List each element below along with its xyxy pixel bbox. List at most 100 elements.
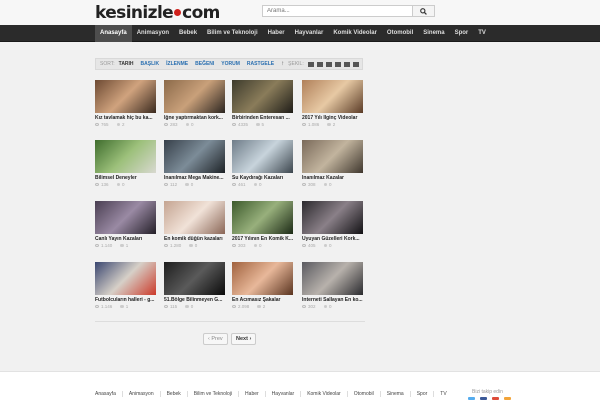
video-title[interactable]: Kız tavlamak hiç bu ka... [95,115,156,121]
video-thumbnail[interactable] [302,201,363,234]
video-thumbnail[interactable] [164,262,225,295]
comments-icon [120,243,124,248]
view-count: 112 [170,182,178,187]
views-icon [232,305,236,308]
video-title[interactable]: İnanılmaz Kazalar [302,175,363,181]
video-thumbnail[interactable] [95,262,156,295]
video-thumbnail[interactable] [302,262,363,295]
sort-comments[interactable]: YORUM [221,61,240,67]
content-divider [95,321,365,322]
video-title[interactable]: 51.Bölge Bilinmeyen G... [164,297,225,303]
views-icon [164,123,168,126]
comments-icon [323,304,328,309]
view-list-detail-icon[interactable] [334,61,341,67]
video-thumbnail[interactable] [95,80,156,113]
footer-nav-item[interactable]: Animasyon [121,391,160,397]
view-label: ŞEKIL: [288,61,304,67]
comment-count: 0 [190,182,194,187]
video-thumbnail[interactable] [302,80,363,113]
comments-icon [323,243,328,248]
comment-count: 0 [122,182,125,187]
views-icon [232,244,236,247]
video-thumbnail[interactable] [164,80,225,113]
video-meta: 302 0 [302,304,363,309]
footer-nav-item[interactable]: Bebek [159,391,187,397]
comment-count: 1 [125,243,129,248]
sort-date[interactable]: TARIH [119,61,134,67]
view-grid-icon[interactable] [307,61,314,67]
video-title[interactable]: En Acımasız Şakalar [232,297,293,303]
footer-nav: Anasayfa Animasyon Bebek Bilim ve Teknoloji… [95,391,453,397]
video-thumbnail[interactable] [232,201,293,234]
video-title[interactable]: İnterneti Sallayan En ko... [302,297,363,303]
footer-nav-item[interactable]: Bilim ve Teknoloji [186,391,238,397]
video-title[interactable]: En komik düğün kazaları [164,236,225,242]
views-icon [302,183,306,186]
video-item: Birbirinden Enteresan ... 4335 5 [232,80,293,130]
footer-nav-item[interactable]: Sinema [379,391,410,397]
sort-random[interactable]: RASTGELE [247,61,274,67]
nav-item[interactable]: Haber [263,25,290,42]
video-title[interactable]: Canlı Yayın Kazaları [95,236,156,242]
video-thumbnail[interactable] [95,201,156,234]
video-title[interactable]: İğne yaptırmaktan kork... [164,115,225,121]
footer-nav-item[interactable]: Otomobil [346,391,380,397]
comment-count: 2 [122,122,125,127]
video-title[interactable]: 2017 Yılı İlginç Videolar [302,115,363,121]
video-title[interactable]: Birbirinden Enteresan ... [232,115,293,121]
views-icon [164,244,168,247]
nav-item[interactable]: Animasyon [132,25,174,42]
footer-nav-item[interactable]: Spor [409,391,434,397]
nav-item[interactable]: TV [473,25,491,42]
view-count: 1.140 [101,243,113,248]
video-title[interactable]: Su Kaydırağı Kazaları [232,175,293,181]
footer-nav-item[interactable]: Komik Videolar [300,391,347,397]
video-thumbnail[interactable] [164,140,225,173]
view-grid-small-icon[interactable] [316,61,323,67]
video-thumbnail[interactable] [95,140,156,173]
nav-item[interactable]: Bebek [174,25,202,42]
main-nav-list: Anasayfa Animasyon Bebek Bilim ve Teknoloji… [95,25,491,42]
nav-item[interactable]: Hayvanlar [290,25,329,42]
video-title[interactable]: 2017 Yılının En Komik K... [232,236,293,242]
site-logo[interactable]: kesinizle com [95,3,220,23]
footer-nav-item[interactable]: Anasayfa [95,391,122,397]
footer-nav-item[interactable]: Haber [238,391,265,397]
video-meta: 136 0 [95,182,156,187]
video-thumbnail[interactable] [164,201,225,234]
comments-icon [253,243,258,248]
views-icon [95,123,99,126]
sort-views[interactable]: İZLENME [166,61,188,67]
video-title[interactable]: Uyuyan Güzelleri Kork... [302,236,363,242]
video-title[interactable]: Futbolcuların halleri - g... [95,297,156,303]
nav-item[interactable]: Anasayfa [95,25,132,42]
footer-nav-item[interactable]: TV [433,391,452,397]
video-thumbnail[interactable] [302,140,363,173]
search-icon [420,7,427,15]
video-thumbnail[interactable] [232,140,293,173]
nav-item[interactable]: Bilim ve Teknoloji [202,25,263,42]
nav-item[interactable]: Sinema [418,25,449,42]
video-title[interactable]: Bilimsel Deneyler [95,175,156,181]
video-thumbnail[interactable] [232,262,293,295]
nav-item[interactable]: Spor [450,25,474,42]
next-page-button[interactable]: Next › [231,333,257,345]
footer-nav-item[interactable]: Hayvanlar [264,391,301,397]
comment-count: 0 [194,243,198,248]
nav-item[interactable]: Komik Videolar [328,25,382,42]
nav-item[interactable]: Otomobil [382,25,418,42]
view-list-icon[interactable] [325,61,332,67]
sort-likes[interactable]: BEĞENI [195,61,214,67]
views-icon [95,305,99,308]
sort-direction-icon[interactable]: ↑ [281,61,284,67]
video-thumbnail[interactable] [232,80,293,113]
sort-title[interactable]: BAŞLIK [141,61,160,67]
search-button[interactable] [413,5,435,17]
search-input[interactable] [262,5,413,17]
view-wide-icon[interactable] [352,61,359,67]
view-column-icon[interactable] [343,61,350,67]
video-item: Futbolcuların halleri - g... 1.146 1 [95,262,156,312]
video-title[interactable]: İnanılmaz Mega Makine... [164,175,225,181]
prev-page-button[interactable]: ‹ Prev [203,333,228,345]
video-meta: 1.146 1 [95,304,156,309]
